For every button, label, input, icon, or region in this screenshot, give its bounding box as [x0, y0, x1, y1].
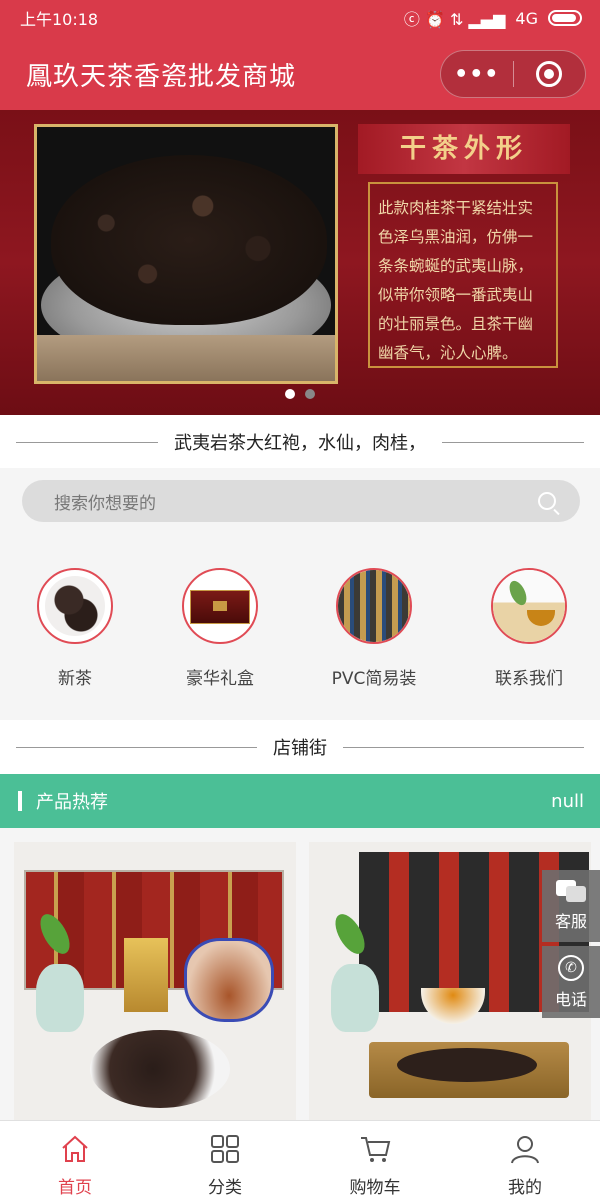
- banner-description-box: 此款肉桂茶干紧结壮实色泽乌黑油润，仿佛一条条蜿蜒的武夷山脉，似带你领略一番武夷山…: [368, 182, 558, 368]
- battery-icon: [548, 10, 582, 26]
- new-tea-image: [37, 568, 113, 644]
- product-card-1[interactable]: [14, 842, 296, 1132]
- customer-service-label: 客服: [554, 912, 587, 931]
- banner-heading: 干茶外形: [358, 124, 570, 174]
- page-title: 鳳玖天茶香瓷批发商城: [26, 62, 297, 92]
- phone-button[interactable]: ✆ 电话: [542, 946, 600, 1018]
- cart-icon: [361, 1137, 391, 1162]
- product-grid: [0, 828, 600, 1132]
- tab-home[interactable]: 首页: [0, 1121, 150, 1203]
- category-label: 豪华礼盒: [186, 669, 254, 689]
- divider-line-left: [16, 441, 158, 443]
- section-more-link[interactable]: null: [551, 791, 584, 812]
- category-label: 联系我们: [495, 669, 563, 689]
- search-section: 搜索你想要的: [0, 468, 600, 532]
- category-pvc-pack[interactable]: PVC简易装: [314, 568, 434, 689]
- more-menu-button[interactable]: •••: [441, 62, 513, 87]
- contact-us-image: [491, 568, 567, 644]
- divider-line-right: [343, 746, 584, 748]
- user-icon: [511, 1136, 539, 1164]
- tab-category[interactable]: 分类: [150, 1121, 300, 1203]
- dry-tea-leaves-image: [51, 155, 327, 325]
- carousel-dot-2[interactable]: [305, 389, 315, 399]
- banner-carousel[interactable]: 干茶外形 此款肉桂茶干紧结壮实色泽乌黑油润，仿佛一条条蜿蜒的武夷山脉，似带你领略…: [0, 110, 600, 415]
- status-indicators: ⓒ ⏰ ⇅ ▂▄▆ 4G: [404, 6, 582, 30]
- carousel-indicators: [0, 389, 600, 399]
- status-time: 上午10:18: [20, 10, 99, 29]
- search-icon[interactable]: [538, 492, 556, 510]
- subtitle-text: 武夷岩茶大红袍，水仙，肉桂，: [174, 433, 426, 454]
- carousel-dot-1[interactable]: [285, 389, 295, 399]
- close-mini-program-button[interactable]: [514, 61, 586, 87]
- category-gift-box[interactable]: 豪华礼盒: [160, 568, 280, 689]
- mini-program-capsule: •••: [440, 50, 586, 98]
- phone-label: 电话: [554, 990, 587, 1009]
- network-type: 4G: [515, 8, 538, 28]
- tab-profile[interactable]: 我的: [450, 1121, 600, 1203]
- top-bar: 上午10:18 ⓒ ⏰ ⇅ ▂▄▆ 4G 鳳玖天茶香瓷批发商城 •••: [0, 0, 600, 110]
- subtitle-divider: 武夷岩茶大红袍，水仙，肉桂，: [0, 415, 600, 469]
- search-placeholder: 搜索你想要的: [54, 493, 156, 514]
- section-accent-bar: [18, 791, 22, 811]
- status-bar: 上午10:18 ⓒ ⏰ ⇅ ▂▄▆ 4G: [0, 0, 600, 36]
- signal-icons: ⓒ ⏰ ⇅ ▂▄▆: [403, 10, 506, 29]
- chat-icon: [556, 880, 586, 902]
- category-contact-us[interactable]: 联系我们: [469, 568, 589, 689]
- product-image-1: [14, 842, 296, 1132]
- shop-street-divider: 店铺街: [0, 720, 600, 774]
- category-new-tea[interactable]: 新茶: [15, 568, 135, 689]
- tab-cart[interactable]: 购物车: [300, 1121, 450, 1203]
- gift-box-image: [182, 568, 258, 644]
- tab-label-home: 首页: [58, 1178, 92, 1198]
- category-label: 新茶: [58, 669, 92, 689]
- tab-label-cart: 购物车: [349, 1178, 401, 1198]
- category-grid: 新茶 豪华礼盒 PVC简易装 联系我们: [0, 532, 600, 720]
- category-label: PVC简易装: [331, 669, 417, 689]
- hot-products-header: 产品热荐 null: [0, 774, 600, 828]
- banner-description: 此款肉桂茶干紧结壮实色泽乌黑油润，仿佛一条条蜿蜒的武夷山脉，似带你领略一番武夷山…: [378, 199, 534, 362]
- category-icon: [211, 1135, 239, 1163]
- bottom-tab-bar: 首页 分类 购物车 我的: [0, 1120, 600, 1203]
- section-title-group: 产品热荐: [18, 788, 108, 814]
- divider-line-right: [442, 441, 584, 443]
- shop-street-title[interactable]: 店铺街: [273, 734, 327, 760]
- divider-line-left: [16, 746, 257, 748]
- phone-icon: ✆: [558, 955, 584, 981]
- customer-service-button[interactable]: 客服: [542, 870, 600, 942]
- app-screen: 上午10:18 ⓒ ⏰ ⇅ ▂▄▆ 4G 鳳玖天茶香瓷批发商城 ••• 干茶外形…: [0, 0, 600, 1203]
- wood-base-image: [37, 335, 335, 381]
- target-icon: [536, 61, 563, 87]
- home-icon: [62, 1135, 88, 1162]
- tab-label-category: 分类: [208, 1178, 242, 1198]
- banner-tea-photo: [34, 124, 338, 384]
- pvc-pack-image: [336, 568, 412, 644]
- section-title: 产品热荐: [36, 792, 108, 813]
- tab-label-profile: 我的: [508, 1178, 542, 1198]
- search-input[interactable]: 搜索你想要的: [22, 480, 580, 522]
